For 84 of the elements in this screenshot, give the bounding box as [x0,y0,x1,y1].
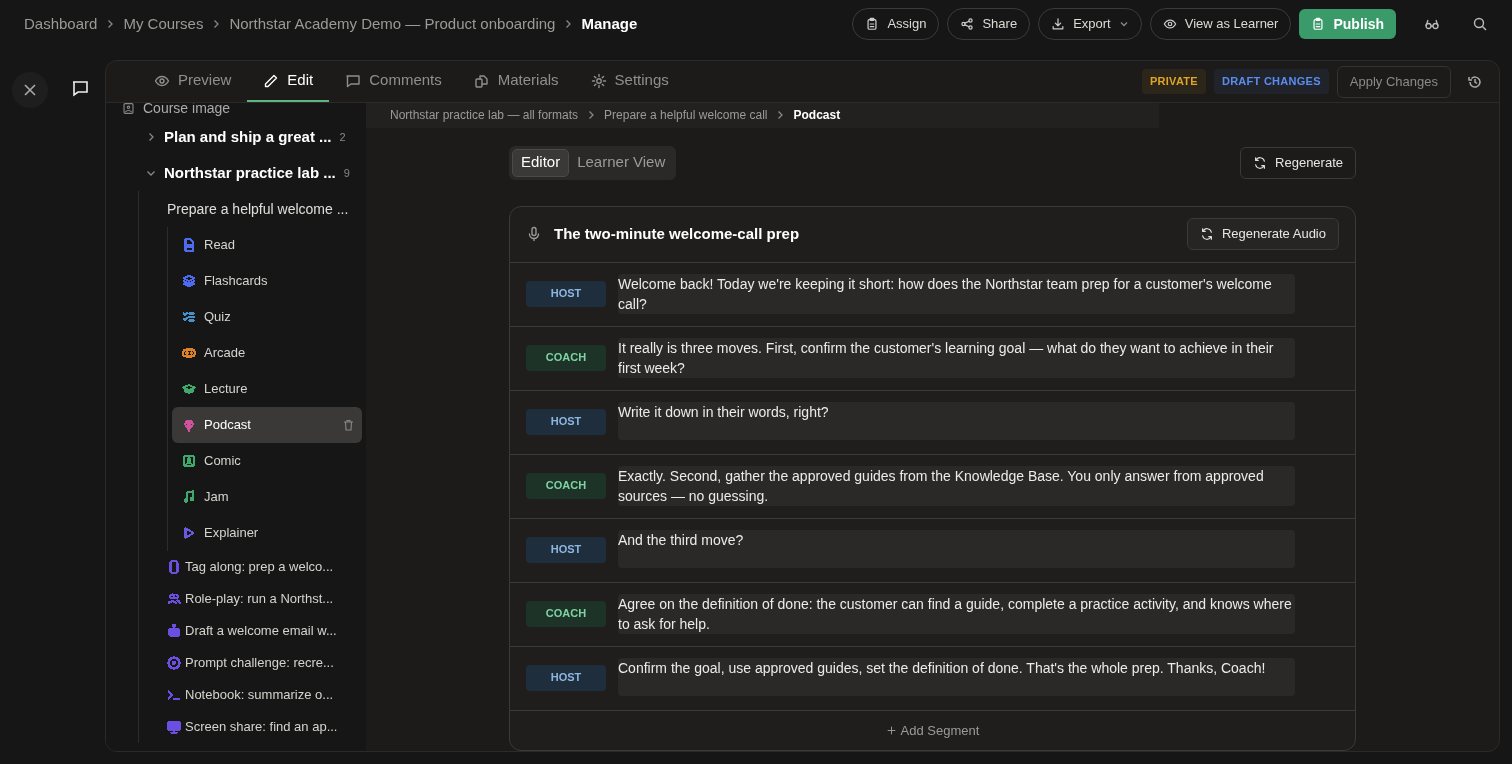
segment-text-field[interactable]: Exactly. Second, gather the approved guides from the Knowledge Base. You only answer from approved sources — no guessing. [618,465,1295,506]
refresh-icon [1199,227,1214,241]
speaker-badge: HOST [526,280,606,307]
podcast-title: The two-minute welcome-call prep [554,223,801,244]
format-label: Podcast [204,416,252,435]
pencil-icon [263,72,280,89]
speaker-badge: HOST [526,408,606,435]
chat-icon [71,79,89,97]
format-label: Flashcards [204,272,269,291]
speaker-badge: COACH [526,472,606,499]
format-label: Lecture [204,380,249,399]
refresh-icon [1253,155,1268,170]
format-label: Explainer [204,524,260,543]
image-icon [122,103,135,115]
format-item[interactable]: Jam [172,479,362,515]
segment-text-field[interactable]: Welcome back! Today we're keeping it short: how does the Northstar team prep for a customer's welcome call? [618,273,1295,314]
copy-icon [473,72,490,89]
sidebar-item[interactable]: Course image [143,103,231,119]
add-segment-button[interactable]: Add Segment [885,720,980,740]
lesson-item[interactable]: Prompt challenge: recre... [139,647,362,679]
plus-icon [885,724,897,736]
breadcrumb-link[interactable]: Northstar Academy Demo — Product onboarding [229,12,556,36]
apply-changes-button[interactable]: Apply Changes [1336,65,1451,98]
format-item[interactable]: Comic [172,443,362,479]
breadcrumb-link[interactable]: Manage [581,12,638,36]
breadcrumb-link[interactable]: Northstar practice lab — all formats [390,106,579,125]
segment-text-field[interactable]: And the third move? [618,529,1295,568]
lesson-item[interactable]: Screen share: find an ap... [139,711,362,743]
chat-icon [345,72,362,89]
format-item[interactable]: Quiz [172,299,362,335]
speaker-badge: HOST [526,664,606,691]
eye-icon [1162,17,1177,31]
share-icon [960,17,975,31]
tab[interactable]: Materials [457,61,575,102]
view-tab[interactable]: Learner View [569,148,674,177]
tab[interactable]: Comments [329,61,458,102]
breadcrumb-link[interactable]: My Courses [123,12,204,36]
status-badge: PRIVATE [1141,69,1206,94]
history-icon[interactable] [1467,73,1483,90]
module-title[interactable]: Plan and ship a great ... [164,125,332,149]
clipboard-icon [1311,17,1326,31]
microphone-icon [526,226,542,242]
format-label: Jam [204,488,230,507]
view-tab[interactable]: Editor [512,148,570,177]
search-icon[interactable] [1472,16,1488,32]
format-item[interactable]: Explainer [172,515,362,551]
clipboard-icon [865,17,880,31]
close-button[interactable] [12,72,48,108]
lesson-item[interactable]: Role-play: run a Northst... [139,583,362,615]
breadcrumb-link[interactable]: Podcast [793,106,841,125]
breadcrumb-link[interactable]: Prepare a helpful welcome call [604,106,768,125]
item-count: 9 [343,165,350,181]
segment-text-field[interactable]: Confirm the goal, use approved guides, set the definition of done. That's the whole prep. Thanks, Coach! [618,657,1295,696]
format-item[interactable]: Flashcards [172,263,362,299]
speaker-badge: COACH [526,344,606,371]
download-icon [1051,17,1066,31]
item-count: 2 [339,129,346,145]
close-icon [23,83,37,97]
format-item[interactable]: Lecture [172,371,362,407]
segment-text-field[interactable]: It really is three moves. First, confirm the customer's learning goal — what do they want to achieve in their first week? [618,337,1295,378]
status-badge: DRAFT CHANGES [1213,69,1329,94]
format-label: Arcade [204,344,247,363]
regenerate-button[interactable]: Regenerate [1240,146,1356,179]
speaker-badge: COACH [526,600,606,627]
format-label: Comic [204,452,242,471]
lesson-item[interactable]: Tag along: prep a welco... [139,551,362,583]
format-label: Quiz [204,308,232,327]
lesson-title[interactable]: Prepare a helpful welcome ... [139,191,362,227]
format-label: Read [204,236,237,255]
trash-icon[interactable] [343,419,354,431]
lesson-item[interactable]: Draft a welcome email w... [139,615,362,647]
breadcrumb-link[interactable]: Dashboard [24,12,98,36]
tab[interactable]: Preview [138,61,248,102]
tab[interactable]: Settings [574,61,685,102]
lesson-item[interactable]: Notebook: summarize o... [139,679,362,711]
format-item[interactable]: Podcast [172,407,362,443]
format-item[interactable]: Arcade [172,335,362,371]
speaker-badge: HOST [526,536,606,563]
segment-text-field[interactable]: Agree on the definition of done: the customer can find a guide, complete a practice activity, and knows where to ask for help. [618,593,1295,634]
settings-icon [590,72,607,89]
segment-text-field[interactable]: Write it down in their words, right? [618,401,1295,440]
module-title[interactable]: Northstar practice lab ... [164,161,336,185]
format-item[interactable]: Read [172,227,362,263]
regenerate-audio-button[interactable]: Regenerate Audio [1186,218,1339,250]
